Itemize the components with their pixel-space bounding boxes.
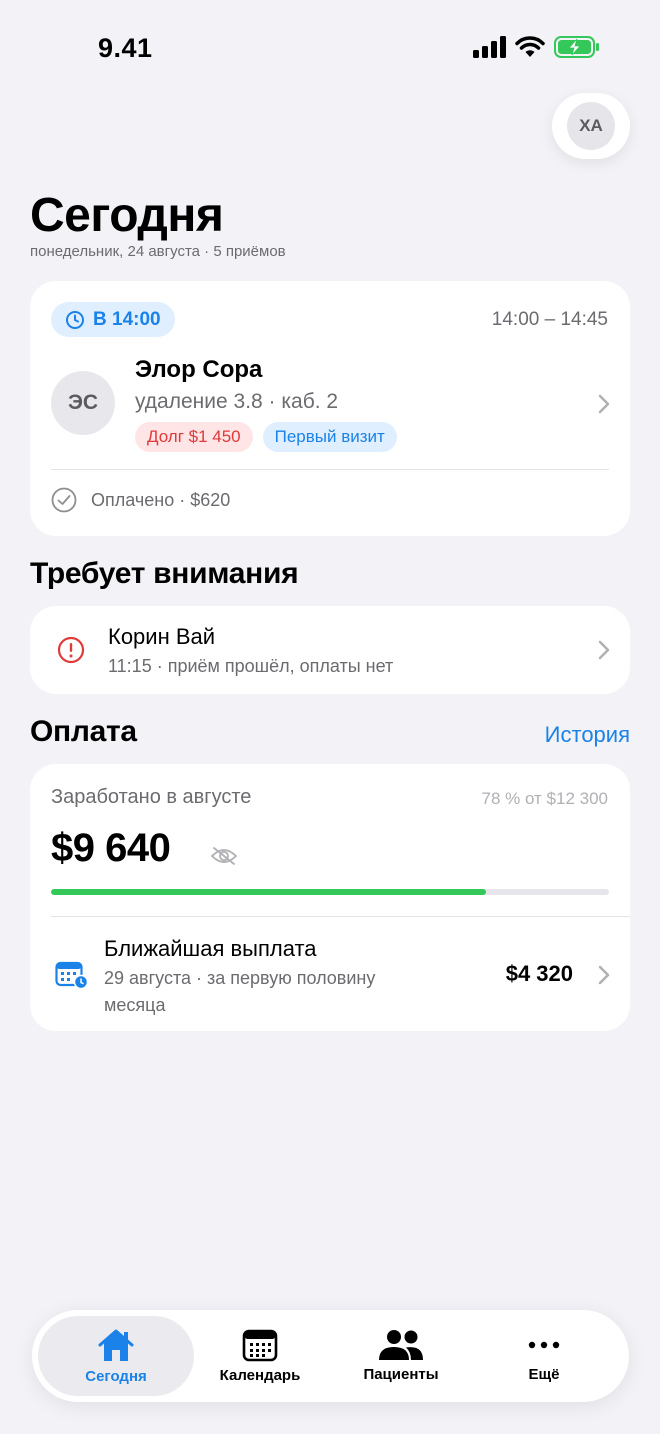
profile-button[interactable]: ХА	[552, 93, 630, 159]
payout-title: Ближайшая выплата	[104, 936, 317, 961]
earnings-progress-fill	[51, 889, 487, 895]
cellular-signal-icon	[473, 36, 506, 58]
attention-item[interactable]: Корин Вай 11:15 · приём прошёл, оплаты н…	[30, 606, 630, 694]
page-subtitle: понедельник, 24 августа · 5 приёмов	[30, 243, 286, 260]
appointment-time-badge-label: В 14:00	[93, 308, 161, 330]
attention-section-title: Требует внимания	[30, 557, 299, 590]
attention-description: 11:15 · приём прошёл, оплаты нет	[108, 656, 394, 676]
more-icon	[528, 1341, 560, 1349]
status-time: 9.41	[98, 33, 153, 63]
tab-today[interactable]: Сегодня	[38, 1316, 194, 1396]
status-bar: 9.41	[0, 0, 660, 100]
tab-more[interactable]: Ещё	[466, 1316, 622, 1396]
patient-name: Элор Сора	[135, 356, 263, 383]
next-appointment-card[interactable]: В 14:00 14:00 – 14:45 ЭС Элор Сора удале…	[30, 281, 630, 536]
card-divider	[51, 916, 630, 917]
card-divider	[51, 469, 609, 470]
tab-label: Пациенты	[363, 1366, 439, 1383]
appointment-time-badge: В 14:00	[51, 302, 175, 337]
status-icons	[473, 36, 600, 58]
paid-status-label: Оплачено · $620	[91, 489, 231, 510]
home-icon	[98, 1329, 134, 1361]
profile-avatar: ХА	[567, 102, 615, 150]
patient-avatar: ЭС	[51, 371, 115, 435]
earned-label: Заработано в августе	[51, 786, 252, 808]
chevron-right-icon[interactable]	[598, 965, 610, 985]
chevron-right-icon	[598, 640, 610, 660]
eye-slash-icon[interactable]	[210, 846, 238, 866]
history-link[interactable]: История	[545, 722, 630, 748]
payment-section-title: Оплата	[30, 715, 137, 748]
earned-amount: $9 640	[51, 826, 171, 870]
first-visit-badge: Первый визит	[262, 422, 397, 452]
clock-icon	[66, 310, 84, 329]
calendar-icon	[242, 1329, 278, 1362]
battery-charging-icon	[554, 36, 599, 58]
payout-amount: $4 320	[505, 961, 573, 986]
paid-status: Оплачено · $620	[51, 487, 230, 513]
alert-circle-icon	[57, 636, 85, 664]
tab-bar: Сегодня Календарь Пациенты Ещё	[32, 1310, 629, 1402]
payout-description: 29 августа · за первую половину месяца	[104, 968, 376, 1015]
debt-badge: Долг $1 450	[135, 422, 253, 452]
tab-label: Календарь	[219, 1367, 301, 1384]
page-title: Сегодня	[30, 189, 224, 242]
patient-tags: Долг $1 450 Первый визит	[135, 422, 397, 452]
wifi-icon	[515, 36, 545, 57]
patient-procedure: удаление 3.8 · каб. 2	[135, 390, 339, 413]
earnings-card: Заработано в августе 78 % от $12 300 $9 …	[30, 764, 630, 1031]
earned-percent: 78 % от $12 300	[481, 789, 608, 808]
tab-calendar[interactable]: Календарь	[182, 1316, 338, 1396]
appointment-time-range: 14:00 – 14:45	[491, 309, 608, 330]
check-circle-icon	[51, 487, 77, 513]
people-icon	[379, 1330, 423, 1360]
calendar-clock-icon	[55, 961, 89, 990]
tab-label: Сегодня	[85, 1368, 147, 1385]
chevron-right-icon	[598, 394, 610, 414]
attention-patient-name: Корин Вай	[108, 624, 216, 649]
tab-patients[interactable]: Пациенты	[323, 1316, 479, 1396]
earnings-progress-bar	[51, 889, 609, 895]
tab-label: Ещё	[528, 1366, 560, 1383]
